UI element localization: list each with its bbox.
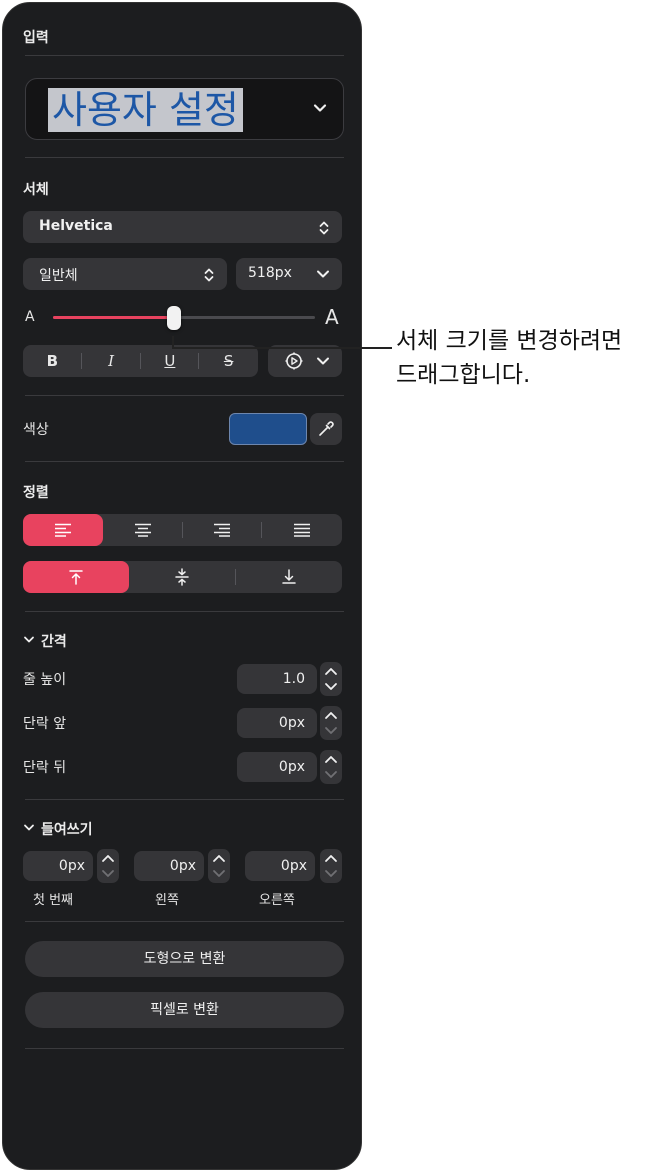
align-bottom-button[interactable] xyxy=(236,561,342,593)
first-indent-stepper[interactable] xyxy=(97,849,119,883)
vertical-align-group xyxy=(23,561,342,593)
convert-to-pixels-button[interactable]: 픽셀로 변환 xyxy=(25,992,344,1028)
divider xyxy=(25,157,344,158)
left-indent-field[interactable]: 0px xyxy=(134,851,204,881)
callout-line-2: 드래그합니다. xyxy=(396,362,531,388)
spacing-section-title[interactable]: 간격 xyxy=(41,631,67,651)
font-size-value: 518px xyxy=(248,265,292,281)
divider xyxy=(25,611,344,612)
divider xyxy=(25,799,344,800)
slider-min-label: A xyxy=(25,309,35,325)
font-size-select[interactable]: 518px xyxy=(236,258,342,290)
color-swatch[interactable] xyxy=(229,413,307,445)
selected-text[interactable]: 사용자 설정 xyxy=(48,88,243,132)
align-middle-icon xyxy=(175,568,190,586)
align-section-title: 정렬 xyxy=(23,485,49,501)
convert-to-shape-button[interactable]: 도형으로 변환 xyxy=(25,941,344,977)
first-indent-label: 첫 번째 xyxy=(33,893,74,908)
align-center-button[interactable] xyxy=(103,514,183,546)
left-indent-label: 왼쪽 xyxy=(155,893,179,908)
align-left-button[interactable] xyxy=(23,514,103,546)
align-justify-icon xyxy=(294,523,311,537)
callout-text: 서체 크기를 변경하려면 드래그합니다. xyxy=(396,324,622,392)
space-before-field[interactable]: 0px xyxy=(237,708,317,738)
align-right-icon xyxy=(214,523,231,537)
chevron-down-icon[interactable] xyxy=(311,99,329,117)
left-indent-stepper[interactable] xyxy=(208,849,230,883)
color-picker-button[interactable] xyxy=(310,413,342,445)
italic-button[interactable]: I xyxy=(82,345,141,377)
align-justify-button[interactable] xyxy=(262,514,342,546)
callout-leader-line xyxy=(172,336,394,358)
up-down-chevron-icon xyxy=(203,267,215,283)
right-indent-stepper[interactable] xyxy=(320,849,342,883)
slider-fill xyxy=(53,316,174,319)
align-right-button[interactable] xyxy=(183,514,263,546)
eyedropper-icon xyxy=(317,420,335,438)
right-indent-field[interactable]: 0px xyxy=(245,851,315,881)
align-middle-button[interactable] xyxy=(129,561,236,593)
align-bottom-icon xyxy=(282,569,296,584)
callout-line-1: 서체 크기를 변경하려면 xyxy=(396,328,623,354)
space-after-label: 단락 뒤 xyxy=(23,760,67,776)
font-size-slider[interactable] xyxy=(53,316,315,319)
spacing-disclosure-icon[interactable] xyxy=(23,635,35,645)
space-before-label: 단락 앞 xyxy=(23,716,67,732)
divider xyxy=(25,55,344,56)
indent-disclosure-icon[interactable] xyxy=(23,823,35,833)
space-after-field[interactable]: 0px xyxy=(237,752,317,782)
align-left-icon xyxy=(54,523,71,537)
first-indent-field[interactable]: 0px xyxy=(23,851,93,881)
font-style-value: 일반체 xyxy=(39,268,78,284)
space-after-stepper[interactable] xyxy=(320,750,342,784)
text-inspector-panel: 입력 사용자 설정 서체 Helvetica 일반체 518px A A B I… xyxy=(2,2,362,1170)
divider xyxy=(25,395,344,396)
divider xyxy=(25,921,344,922)
slider-max-label: A xyxy=(325,305,339,329)
line-height-label: 줄 높이 xyxy=(23,672,67,688)
line-height-field[interactable]: 1.0 xyxy=(237,664,317,694)
font-family-value: Helvetica xyxy=(39,218,113,234)
divider xyxy=(25,461,344,462)
font-style-select[interactable]: 일반체 xyxy=(23,258,227,290)
right-indent-label: 오른쪽 xyxy=(259,893,295,908)
align-center-icon xyxy=(134,523,151,537)
chevron-down-icon xyxy=(316,269,330,279)
divider xyxy=(25,1048,344,1049)
line-height-stepper[interactable] xyxy=(320,662,342,696)
text-content-field[interactable]: 사용자 설정 xyxy=(25,78,344,140)
font-section-title: 서체 xyxy=(23,182,49,198)
indent-section-title[interactable]: 들여쓰기 xyxy=(41,819,93,839)
font-family-select[interactable]: Helvetica xyxy=(23,211,342,243)
up-down-chevron-icon xyxy=(318,220,330,236)
input-section-title: 입력 xyxy=(23,30,49,46)
color-section-title: 색상 xyxy=(23,422,49,438)
horizontal-align-group xyxy=(23,514,342,546)
space-before-stepper[interactable] xyxy=(320,706,342,740)
bold-button[interactable]: B xyxy=(23,345,82,377)
slider-handle[interactable] xyxy=(166,306,181,330)
align-top-button[interactable] xyxy=(23,561,130,593)
align-top-icon xyxy=(69,570,83,585)
